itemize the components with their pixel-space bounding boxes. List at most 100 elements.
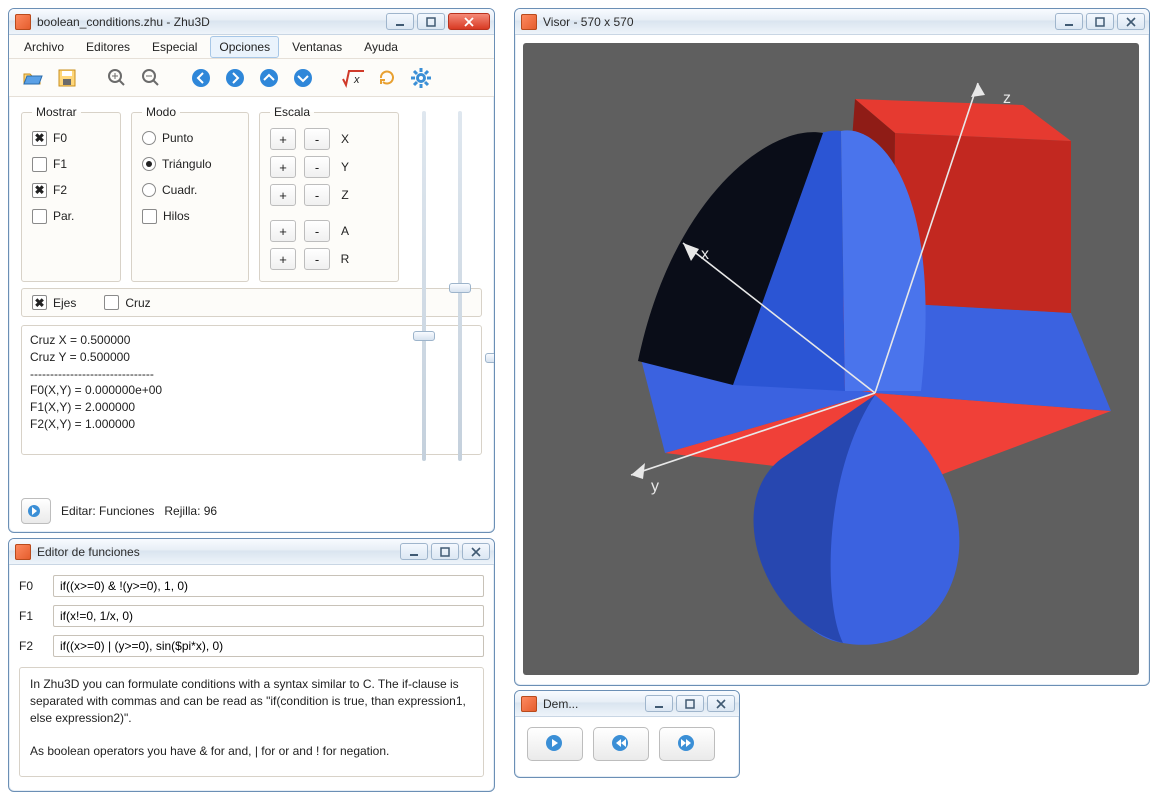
slider-1[interactable] xyxy=(415,111,433,461)
menu-ventanas[interactable]: Ventanas xyxy=(283,36,351,58)
play-button[interactable] xyxy=(21,498,51,524)
zoom-in-button[interactable] xyxy=(103,64,131,92)
check-f2[interactable]: ✖ xyxy=(32,183,47,198)
status-editar: Editar: Funciones xyxy=(61,504,154,518)
arrow-left-icon xyxy=(190,67,212,89)
radio-cuadr-label: Cuadr. xyxy=(162,183,197,197)
maximize-button[interactable] xyxy=(676,695,704,712)
open-button[interactable] xyxy=(19,64,47,92)
menu-opciones[interactable]: Opciones xyxy=(210,36,279,58)
radio-triangulo[interactable] xyxy=(142,157,156,171)
editor-title: Editor de funciones xyxy=(37,545,394,559)
editor-titlebar[interactable]: Editor de funciones xyxy=(9,539,494,565)
scale-label-r: R xyxy=(338,252,352,266)
check-par-label: Par. xyxy=(53,209,74,223)
viewport-3d[interactable]: z y x xyxy=(523,43,1139,675)
nav-down-button[interactable] xyxy=(289,64,317,92)
demo-forward-button[interactable] xyxy=(659,727,715,761)
minimize-button[interactable] xyxy=(386,13,414,30)
fn-input-f1[interactable] xyxy=(53,605,484,627)
group-escala-legend: Escala xyxy=(270,105,314,119)
zoom-in-icon xyxy=(106,67,128,89)
nav-back-button[interactable] xyxy=(187,64,215,92)
group-modo-legend: Modo xyxy=(142,105,180,119)
check-ejes[interactable]: ✖ xyxy=(32,295,47,310)
check-f0-label: F0 xyxy=(53,131,67,145)
axis-x-label: x xyxy=(701,246,709,263)
save-button[interactable] xyxy=(53,64,81,92)
demo-rewind-button[interactable] xyxy=(593,727,649,761)
scale-minus-z[interactable]: - xyxy=(304,184,330,206)
main-titlebar[interactable]: boolean_conditions.zhu - Zhu3D xyxy=(9,9,494,35)
arrow-down-icon xyxy=(292,67,314,89)
menu-archivo[interactable]: Archivo xyxy=(15,36,73,58)
check-hilos-label: Hilos xyxy=(163,209,190,223)
app-icon xyxy=(15,544,31,560)
scale-plus-r[interactable]: + xyxy=(270,248,296,270)
slider-2[interactable] xyxy=(451,111,469,461)
radio-triangulo-label: Triángulo xyxy=(162,157,212,171)
scale-plus-x[interactable]: + xyxy=(270,128,296,150)
slider-3[interactable] xyxy=(487,111,495,461)
folder-open-icon xyxy=(22,67,44,89)
scale-plus-a[interactable]: + xyxy=(270,220,296,242)
menubar: Archivo Editores Especial Opciones Venta… xyxy=(9,35,494,59)
maximize-button[interactable] xyxy=(417,13,445,30)
visor-title: Visor - 570 x 570 xyxy=(543,15,1049,29)
menu-editores[interactable]: Editores xyxy=(77,36,139,58)
app-icon xyxy=(521,696,537,712)
solve-button[interactable]: x xyxy=(339,64,367,92)
maximize-button[interactable] xyxy=(431,543,459,560)
fn-input-f0[interactable] xyxy=(53,575,484,597)
check-f0[interactable]: ✖ xyxy=(32,131,47,146)
visor-titlebar[interactable]: Visor - 570 x 570 xyxy=(515,9,1149,35)
demo-titlebar[interactable]: Dem... xyxy=(515,691,739,717)
zoom-out-button[interactable] xyxy=(137,64,165,92)
close-button[interactable] xyxy=(448,13,490,30)
svg-text:x: x xyxy=(353,74,360,86)
scale-plus-y[interactable]: + xyxy=(270,156,296,178)
minimize-button[interactable] xyxy=(400,543,428,560)
check-f2-label: F2 xyxy=(53,183,67,197)
close-button[interactable] xyxy=(462,543,490,560)
axis-y-label: y xyxy=(651,478,659,495)
check-cruz-label: Cruz xyxy=(125,296,150,310)
scale-minus-x[interactable]: - xyxy=(304,128,330,150)
radio-punto-label: Punto xyxy=(162,131,193,145)
maximize-button[interactable] xyxy=(1086,13,1114,30)
close-button[interactable] xyxy=(1117,13,1145,30)
app-icon xyxy=(521,14,537,30)
nav-forward-button[interactable] xyxy=(221,64,249,92)
radio-cuadr[interactable] xyxy=(142,183,156,197)
visor-window: Visor - 570 x 570 xyxy=(514,8,1150,686)
demo-play-button[interactable] xyxy=(527,727,583,761)
scale-label-a: A xyxy=(338,224,352,238)
scale-minus-y[interactable]: - xyxy=(304,156,330,178)
check-par[interactable] xyxy=(32,209,47,224)
demo-window: Dem... xyxy=(514,690,740,778)
reload-button[interactable] xyxy=(373,64,401,92)
editor-window: Editor de funciones F0 F1 F2 In Zhu3D yo… xyxy=(8,538,495,792)
scale-minus-r[interactable]: - xyxy=(304,248,330,270)
check-f1[interactable] xyxy=(32,157,47,172)
scale-minus-a[interactable]: - xyxy=(304,220,330,242)
sqrt-x-icon: x xyxy=(342,67,364,89)
minimize-button[interactable] xyxy=(645,695,673,712)
close-button[interactable] xyxy=(707,695,735,712)
statusbar: Editar: Funciones Rejilla: 96 xyxy=(13,494,490,528)
scale-plus-z[interactable]: + xyxy=(270,184,296,206)
floppy-icon xyxy=(56,67,78,89)
fn-input-f2[interactable] xyxy=(53,635,484,657)
settings-button[interactable] xyxy=(407,64,435,92)
nav-up-button[interactable] xyxy=(255,64,283,92)
check-cruz[interactable] xyxy=(104,295,119,310)
menu-ayuda[interactable]: Ayuda xyxy=(355,36,407,58)
axis-z-label: z xyxy=(1003,90,1011,107)
check-hilos[interactable] xyxy=(142,209,157,224)
arrow-up-icon xyxy=(258,67,280,89)
minimize-button[interactable] xyxy=(1055,13,1083,30)
fn-label-f0: F0 xyxy=(19,579,45,593)
menu-especial[interactable]: Especial xyxy=(143,36,206,58)
main-title: boolean_conditions.zhu - Zhu3D xyxy=(37,15,380,29)
radio-punto[interactable] xyxy=(142,131,156,145)
